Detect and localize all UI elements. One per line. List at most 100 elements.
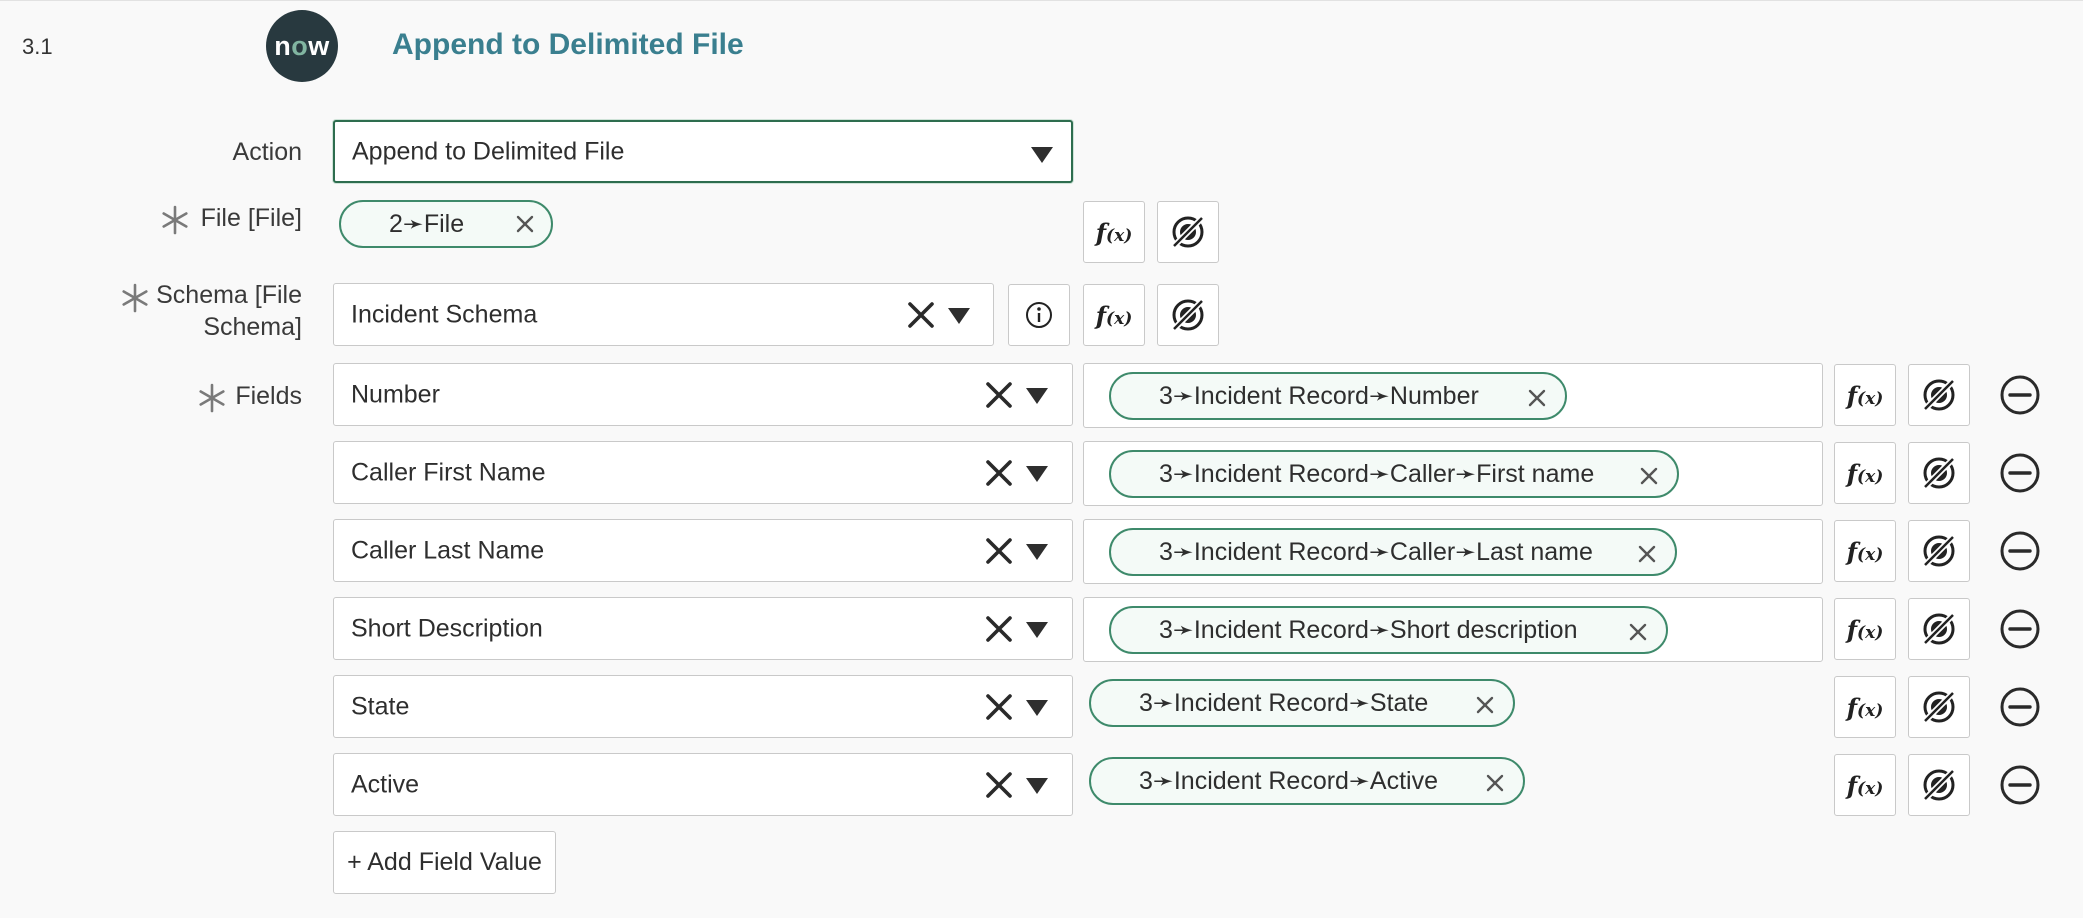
fx-f-glyph: f <box>1846 536 1858 566</box>
fx-x-glyph: (x) <box>1857 622 1884 643</box>
data-pill-picker-icon <box>1920 454 1958 492</box>
schema-info-button[interactable] <box>1008 284 1070 346</box>
field-value-data-pill[interactable]: 3➛Incident Record➛Caller➛Last name <box>1109 528 1677 576</box>
data-pill-picker-icon <box>1920 376 1958 414</box>
close-icon[interactable] <box>984 614 1014 644</box>
data-pill-text: 3➛Incident Record➛Short description <box>1159 616 1578 644</box>
field-name-value: Short Description <box>351 614 543 642</box>
fields-label: Fields <box>235 382 302 410</box>
function-fx-icon: f(x) <box>1096 301 1133 330</box>
file-pill-text: 2➛File <box>389 210 465 238</box>
data-pill-text: 3➛Incident Record➛Caller➛First name <box>1159 460 1595 488</box>
data-pill-text: 3➛Incident Record➛State <box>1139 689 1429 717</box>
fx-f-glyph: f <box>1095 300 1107 330</box>
caret-down-icon[interactable] <box>1026 622 1048 638</box>
close-icon[interactable] <box>906 300 936 330</box>
logo-letter-n: n <box>274 30 292 61</box>
action-select[interactable]: Append to Delimited File <box>333 120 1073 183</box>
caret-down-icon[interactable] <box>1026 466 1048 482</box>
file-label: File [File] <box>200 204 302 232</box>
fx-x-glyph: (x) <box>1857 544 1884 565</box>
field-fx-button[interactable]: f(x) <box>1834 364 1896 426</box>
field-fx-button[interactable]: f(x) <box>1834 754 1896 816</box>
field-data-pill-picker-button[interactable] <box>1908 754 1970 816</box>
file-fx-button[interactable]: f(x) <box>1083 201 1145 263</box>
schema-select[interactable]: Incident Schema <box>333 283 994 346</box>
action-label: Action <box>232 138 302 166</box>
caret-down-icon[interactable] <box>1026 778 1048 794</box>
schema-data-pill-picker-button[interactable] <box>1157 284 1219 346</box>
fx-f-glyph: f <box>1095 217 1107 247</box>
field-data-pill-picker-button[interactable] <box>1908 442 1970 504</box>
field-name-value: Number <box>351 380 440 408</box>
schema-fx-button[interactable]: f(x) <box>1083 284 1145 346</box>
add-field-value-button[interactable]: + Add Field Value <box>333 831 556 894</box>
data-pill-picker-icon <box>1920 766 1958 804</box>
caret-down-icon[interactable] <box>1031 147 1053 163</box>
fx-f-glyph: f <box>1846 770 1858 800</box>
field-name-value: Caller First Name <box>351 458 546 486</box>
caret-down-icon[interactable] <box>1026 388 1048 404</box>
logo-letter-o: o <box>291 30 309 61</box>
close-icon[interactable] <box>984 692 1014 722</box>
fx-f-glyph: f <box>1846 614 1858 644</box>
field-name-select[interactable]: Caller Last Name <box>333 519 1073 582</box>
close-icon[interactable] <box>1527 386 1547 407</box>
close-icon[interactable] <box>1637 542 1657 563</box>
remove-circle-icon[interactable] <box>1999 608 2041 650</box>
caret-down-icon[interactable] <box>948 308 970 324</box>
field-value-data-pill[interactable]: 3➛Incident Record➛Short description <box>1109 606 1668 654</box>
data-pill-picker-icon <box>1171 298 1205 332</box>
asterisk-icon <box>162 205 188 235</box>
close-icon[interactable] <box>1628 620 1648 641</box>
file-data-pill[interactable]: 2➛File <box>339 200 553 248</box>
remove-circle-icon[interactable] <box>1999 686 2041 728</box>
remove-circle-icon[interactable] <box>1999 374 2041 416</box>
data-pill-text: 3➛Incident Record➛Number <box>1159 382 1479 410</box>
field-data-pill-picker-button[interactable] <box>1908 598 1970 660</box>
field-value-data-pill[interactable]: 3➛Incident Record➛Caller➛First name <box>1109 450 1679 498</box>
schema-label-line1: Schema [File <box>156 281 302 309</box>
fx-f-glyph: f <box>1846 692 1858 722</box>
close-icon[interactable] <box>1485 771 1505 792</box>
field-name-select[interactable]: State <box>333 675 1073 738</box>
field-data-pill-picker-button[interactable] <box>1908 520 1970 582</box>
remove-circle-icon[interactable] <box>1999 452 2041 494</box>
data-pill-picker-icon <box>1171 215 1205 249</box>
caret-down-icon[interactable] <box>1026 700 1048 716</box>
field-name-select[interactable]: Caller First Name <box>333 441 1073 504</box>
field-name-select[interactable]: Active <box>333 753 1073 816</box>
close-icon[interactable] <box>984 770 1014 800</box>
info-icon <box>1026 302 1052 328</box>
close-icon[interactable] <box>984 380 1014 410</box>
field-fx-button[interactable]: f(x) <box>1834 676 1896 738</box>
field-value-data-pill[interactable]: 3➛Incident Record➛Active <box>1089 757 1525 805</box>
remove-circle-icon[interactable] <box>1999 530 2041 572</box>
fx-x-glyph: (x) <box>1857 388 1884 409</box>
step-title[interactable]: Append to Delimited File <box>392 28 744 62</box>
asterisk-icon <box>199 383 225 413</box>
remove-circle-icon[interactable] <box>1999 764 2041 806</box>
field-name-value: State <box>351 692 410 720</box>
field-name-select[interactable]: Number <box>333 363 1073 426</box>
fx-x-glyph: (x) <box>1106 225 1133 246</box>
data-pill-picker-icon <box>1920 688 1958 726</box>
field-value-data-pill[interactable]: 3➛Incident Record➛Number <box>1109 372 1567 420</box>
close-icon[interactable] <box>984 458 1014 488</box>
field-fx-button[interactable]: f(x) <box>1834 520 1896 582</box>
close-icon[interactable] <box>1639 464 1659 485</box>
close-icon[interactable] <box>1475 693 1495 714</box>
field-data-pill-picker-button[interactable] <box>1908 364 1970 426</box>
field-value-data-pill[interactable]: 3➛Incident Record➛State <box>1089 679 1515 727</box>
close-icon[interactable] <box>515 214 535 234</box>
field-fx-button[interactable]: f(x) <box>1834 598 1896 660</box>
field-fx-button[interactable]: f(x) <box>1834 442 1896 504</box>
field-name-value: Caller Last Name <box>351 536 545 564</box>
schema-label: Schema [File Schema] <box>150 279 302 343</box>
file-data-pill-picker-button[interactable] <box>1157 201 1219 263</box>
caret-down-icon[interactable] <box>1026 544 1048 560</box>
field-data-pill-picker-button[interactable] <box>1908 676 1970 738</box>
field-name-select[interactable]: Short Description <box>333 597 1073 660</box>
close-icon[interactable] <box>984 536 1014 566</box>
asterisk-icon <box>122 283 148 313</box>
